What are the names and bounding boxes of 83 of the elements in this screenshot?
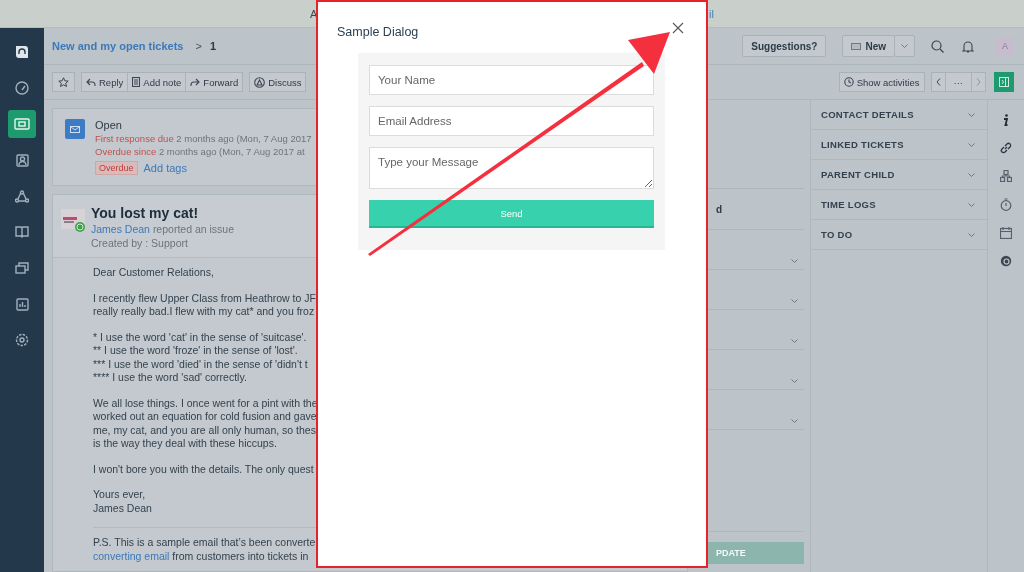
- chart-icon: [15, 297, 29, 311]
- star-icon: [58, 76, 69, 88]
- email-body-line: ** I use the word 'froze' in the sense of 'lost'.: [93, 344, 299, 358]
- chevron-down-icon: [791, 339, 798, 343]
- toolbar-button[interactable]: Discuss: [249, 72, 307, 92]
- show-activities-button[interactable]: Show activities: [838, 72, 925, 92]
- hierarchy-icon[interactable]: [1000, 170, 1012, 182]
- chevron-right-icon: [976, 78, 981, 86]
- panel-toggle-button[interactable]: [994, 72, 1014, 92]
- email-body-line: really really bad.I flew with my cat* and you froz: [93, 305, 316, 319]
- email-body-line: *** I use the word 'died' in the sense of 'didn't t: [93, 357, 309, 371]
- app-icon[interactable]: [1000, 255, 1012, 267]
- contact-icon: [15, 153, 29, 167]
- email-body-line: Dear Customer Relations,: [93, 266, 215, 280]
- chevron-down-icon: [968, 232, 975, 237]
- search-icon[interactable]: [931, 39, 944, 53]
- email-body-line: **** I use the word 'sad' correctly.: [93, 371, 248, 385]
- panel-icon: [999, 77, 1009, 87]
- chevron-left-icon: [935, 78, 941, 86]
- reply-icon: [86, 77, 96, 87]
- forward-icon: [190, 77, 201, 87]
- calendar-icon[interactable]: [1000, 227, 1012, 239]
- sidebar-section[interactable]: PARENT CHILD: [811, 160, 987, 190]
- chevron-down-icon: [791, 299, 798, 303]
- chevron-down-icon: [968, 172, 975, 177]
- text-field[interactable]: Email Address: [369, 106, 654, 136]
- close-button[interactable]: [672, 22, 686, 36]
- ps-text: P.S. This is a sample email that’s been converte: [93, 536, 317, 550]
- ticket-subject: You lost my cat!: [91, 205, 200, 221]
- sidebar-section[interactable]: CONTACT DETAILS: [811, 100, 987, 130]
- toolbar-button[interactable]: Reply: [81, 72, 129, 92]
- overdue-badge: Overdue: [95, 161, 138, 175]
- due-info-text: Overdue since 2 months ago (Mon, 7 Aug 2017 at: [95, 146, 306, 157]
- sidebar-section[interactable]: TO DO: [811, 220, 987, 250]
- chevron-down-icon: [968, 112, 975, 117]
- chevron-down-icon: [968, 142, 975, 147]
- sidebar-section[interactable]: LINKED TICKETS: [811, 130, 987, 160]
- created-by-text: Created by : Support: [91, 237, 189, 249]
- ticket-status: Open: [95, 119, 123, 131]
- note-icon: [132, 77, 141, 87]
- ticket-icon: [14, 118, 30, 130]
- email-body-line: Yours ever,: [93, 488, 147, 502]
- requester-line: James Dean reported an issue: [91, 223, 234, 235]
- chevron-down-icon: [901, 44, 908, 48]
- email-body-line: I won't bore you with the details. The only quest: [93, 462, 315, 476]
- email-body-line: We all lose things. I once went for a pint with the: [93, 396, 319, 410]
- more-button[interactable]: ···: [944, 72, 972, 92]
- dialog-title: Sample Dialog: [337, 25, 419, 39]
- text-field[interactable]: Your Name: [369, 65, 654, 95]
- toolbar-button[interactable]: Add note: [127, 72, 187, 92]
- info-icon[interactable]: [1003, 114, 1009, 126]
- clock-icon: [843, 77, 854, 87]
- chevron-down-icon: [791, 379, 798, 383]
- envelope-icon: [851, 42, 862, 50]
- discuss-icon: [254, 76, 266, 88]
- email-body-line: worked out an equation for cold fusion and gave: [93, 410, 318, 424]
- toolbar-button[interactable]: Forward: [185, 72, 244, 92]
- settings-icon: [15, 333, 29, 347]
- star-button[interactable]: [52, 72, 75, 92]
- new-button[interactable]: New: [842, 35, 895, 57]
- gauge-icon: [15, 81, 29, 95]
- sidebar-section[interactable]: TIME LOGS: [811, 190, 987, 220]
- stopwatch-icon[interactable]: [1000, 198, 1012, 211]
- email-body-line: I recently flew Upper Class from Heathrow to JF: [93, 291, 317, 305]
- chevron-down-icon: [968, 202, 975, 207]
- message-field[interactable]: Type your Message: [369, 147, 654, 189]
- breadcrumb-separator: >: [195, 40, 202, 52]
- bell-icon[interactable]: [962, 39, 974, 53]
- headset-logo-icon: [13, 43, 31, 61]
- chevron-down-icon: [791, 259, 798, 263]
- due-info-text: First response due 2 months ago (Mon, 7 Aug 2017: [95, 133, 312, 144]
- suggestions-button[interactable]: Suggestions?: [742, 35, 827, 57]
- book-icon: [15, 226, 29, 238]
- chat-icon: [15, 261, 29, 275]
- email-body-line: James Dean: [93, 501, 153, 515]
- email-body-line: me, my cat, and you are all only human, so thes: [93, 423, 317, 437]
- breadcrumb-current: 1: [209, 40, 216, 52]
- email-body-line: * I use the word 'cat' in the sense of 'suitcase'.: [93, 330, 308, 344]
- nodes-icon: [15, 189, 29, 203]
- email-body-line: is the way they deal with these hiccups.: [93, 437, 278, 451]
- link-icon[interactable]: [1000, 142, 1012, 154]
- email-status-icon: [65, 119, 85, 139]
- chevron-down-icon: [791, 419, 798, 423]
